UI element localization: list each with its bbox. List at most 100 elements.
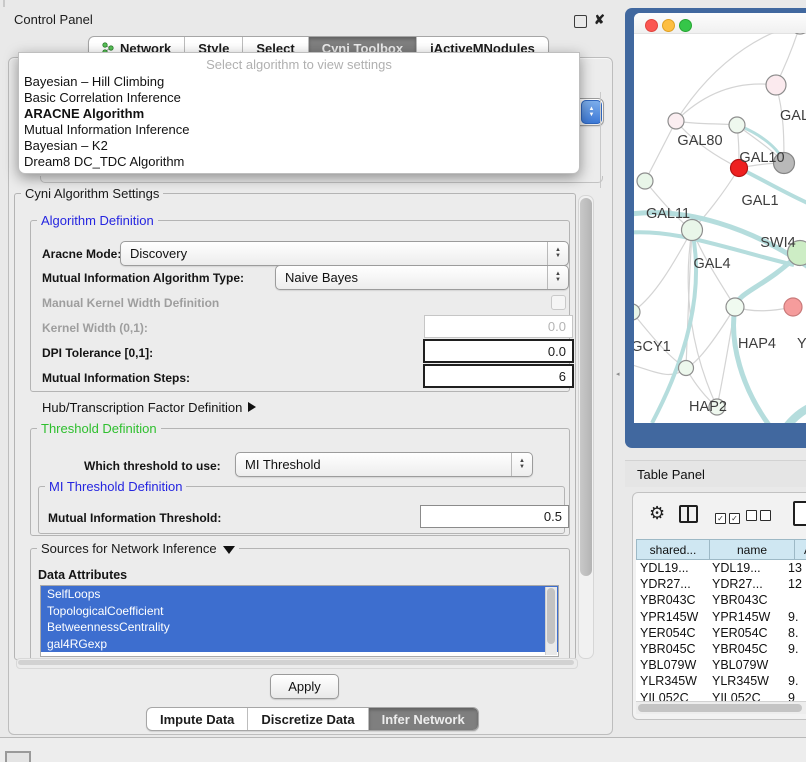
- screen: Control Panel ✘ Network Style Select Cyn…: [0, 0, 806, 762]
- table-row[interactable]: YPR145WYPR145W9.: [636, 609, 806, 625]
- aracne-mode-label: Aracne Mode:: [42, 247, 121, 261]
- node-label-gal7: GAL: [780, 108, 806, 124]
- column-header-name[interactable]: name: [710, 539, 795, 560]
- table-row[interactable]: YBL079WYBL079W: [636, 657, 806, 673]
- table-row[interactable]: YER054CYER054C8.: [636, 625, 806, 641]
- table-row[interactable]: YBR045CYBR045C9.: [636, 641, 806, 657]
- network-canvas[interactable]: GAL GAL80 GAL10 GAL1 GAL11 GAL4 SWI4 GCY…: [634, 33, 806, 423]
- minimized-panel-icon[interactable]: [5, 751, 31, 762]
- node-label-hap2: HAP2: [689, 399, 727, 415]
- float-panel-icon[interactable]: [574, 15, 587, 28]
- gear-icon[interactable]: ⚙: [649, 503, 665, 524]
- dropdown-item-mutual-information[interactable]: Mutual Information Inference: [19, 122, 579, 138]
- which-threshold-value: MI Threshold: [236, 457, 511, 472]
- manual-kernel-checkbox[interactable]: [551, 295, 566, 310]
- table-hscrollbar-thumb[interactable]: [638, 704, 802, 712]
- table-row[interactable]: YBR043CYBR043C: [636, 592, 806, 608]
- splitter-handle[interactable]: ◂: [616, 372, 621, 378]
- table-row[interactable]: YDL19...YDL19...13: [636, 560, 806, 576]
- dropdown-item-bayesian-k2[interactable]: Bayesian – K2: [19, 138, 579, 154]
- list-item[interactable]: TopologicalCoefficient: [41, 603, 558, 620]
- mi-type-value: Naive Bayes: [276, 270, 547, 285]
- apply-button[interactable]: Apply: [270, 674, 339, 699]
- list-scrollbar[interactable]: [545, 587, 557, 655]
- sources-group-title[interactable]: Sources for Network Inference: [37, 541, 239, 556]
- table-row[interactable]: YDR27...YDR27...12: [636, 576, 806, 592]
- data-attributes-label: Data Attributes: [38, 568, 127, 582]
- settings-group-title: Cyni Algorithm Settings: [21, 186, 163, 201]
- table-row[interactable]: YIL052CYIL052C9: [636, 690, 806, 702]
- hidden-groupbox-edge: [600, 92, 601, 188]
- dpi-tolerance-field[interactable]: 0.0: [423, 339, 574, 363]
- aracne-mode-combobox[interactable]: Discovery ▲▼: [120, 241, 569, 266]
- dropdown-item-dream8[interactable]: Dream8 DC_TDC Algorithm: [19, 154, 579, 170]
- aracne-mode-value: Discovery: [121, 246, 547, 261]
- mi-type-label: Mutual Information Algorithm Type:: [42, 271, 244, 285]
- mi-steps-value: 6: [559, 369, 566, 384]
- close-panel-icon[interactable]: ✘: [594, 13, 605, 26]
- tab-label: Discretize Data: [261, 712, 354, 727]
- stepper-arrows-icon: ▲▼: [511, 453, 532, 476]
- hub-definition-label: Hub/Transcription Factor Definition: [42, 400, 242, 415]
- mi-steps-label: Mutual Information Steps:: [42, 371, 190, 385]
- new-table-icon[interactable]: [793, 501, 806, 526]
- which-threshold-combobox[interactable]: MI Threshold ▲▼: [235, 452, 533, 477]
- settings-scrollbar-thumb[interactable]: [580, 198, 592, 576]
- dpi-tolerance-value: 0.0: [548, 344, 566, 359]
- tab-discretize-data[interactable]: Discretize Data: [248, 708, 368, 730]
- network-window: GAL GAL80 GAL10 GAL1 GAL11 GAL4 SWI4 GCY…: [634, 13, 806, 423]
- mi-steps-field[interactable]: 6: [423, 364, 574, 388]
- kernel-width-label: Kernel Width (0,1):: [42, 321, 148, 335]
- hidden-groupbox-bottom: [40, 176, 603, 183]
- node-label-swi4: SWI4: [760, 235, 795, 251]
- mi-type-combobox[interactable]: Naive Bayes ▲▼: [275, 265, 569, 290]
- node-label-gal80: GAL80: [677, 133, 722, 149]
- hub-definition-expander[interactable]: Hub/Transcription Factor Definition: [42, 399, 256, 417]
- node-label-gal1: GAL1: [741, 193, 778, 209]
- table-row[interactable]: YLR345WYLR345W9.: [636, 673, 806, 689]
- minimize-window-icon[interactable]: [662, 19, 675, 32]
- tab-label: Impute Data: [160, 712, 234, 727]
- expander-down-arrow-icon: [223, 546, 235, 554]
- kernel-width-value: 0.0: [548, 319, 566, 334]
- deselect-all-checkboxes-icon[interactable]: [746, 508, 771, 526]
- settings-scrollbar[interactable]: [578, 195, 594, 659]
- column-header-shared[interactable]: shared...: [636, 539, 710, 560]
- table-body[interactable]: YDL19...YDL19...13 YDR27...YDR27...12 YB…: [636, 560, 806, 701]
- mi-threshold-field[interactable]: 0.5: [420, 505, 569, 528]
- table-hscrollbar[interactable]: [636, 701, 806, 714]
- kernel-width-field[interactable]: 0.0: [424, 315, 573, 338]
- mi-threshold-value: 0.5: [544, 509, 562, 524]
- list-item[interactable]: SelfLoops: [41, 586, 558, 603]
- mi-threshold-label: Mutual Information Threshold:: [48, 511, 221, 525]
- settings-hscrollbar-thumb[interactable]: [18, 660, 574, 665]
- data-attributes-listbox[interactable]: SelfLoops TopologicalCoefficient Between…: [40, 585, 559, 657]
- node-label-hap4: HAP4: [738, 336, 776, 352]
- dropdown-placeholder: Select algorithm to view settings: [19, 56, 579, 74]
- dropdown-item-aracne[interactable]: ARACNE Algorithm: [19, 106, 579, 122]
- tab-infer-network[interactable]: Infer Network: [369, 708, 478, 730]
- node-label-gal4: GAL4: [693, 256, 730, 272]
- bottom-tabbar: Impute Data Discretize Data Infer Networ…: [146, 707, 479, 731]
- dropdown-item-bayesian-hill-climbing[interactable]: Bayesian – Hill Climbing: [19, 74, 579, 90]
- panel-title: Control Panel: [14, 12, 93, 27]
- tab-label: Infer Network: [382, 712, 465, 727]
- control-panel-titlebar: Control Panel ✘: [0, 8, 612, 31]
- list-item[interactable]: BetweennessCentrality: [41, 619, 558, 636]
- network-window-titlebar[interactable]: [634, 13, 806, 34]
- settings-hscrollbar[interactable]: [16, 658, 578, 669]
- select-all-checkboxes-icon[interactable]: ✓✓: [715, 508, 740, 526]
- list-item[interactable]: gal4RGexp: [41, 636, 558, 653]
- stepper-arrows-icon: ▲▼: [547, 266, 568, 289]
- threshold-definition-title: Threshold Definition: [37, 421, 161, 436]
- tab-impute-data[interactable]: Impute Data: [147, 708, 248, 730]
- which-threshold-label: Which threshold to use:: [84, 459, 221, 473]
- list-scrollbar-thumb[interactable]: [547, 588, 555, 644]
- window-edge-mark: [3, 0, 5, 7]
- dropdown-item-basic-correlation[interactable]: Basic Correlation Inference: [19, 90, 579, 106]
- column-header-partial[interactable]: A: [795, 539, 806, 560]
- apply-button-label: Apply: [288, 679, 321, 694]
- zoom-window-icon[interactable]: [679, 19, 692, 32]
- split-columns-icon[interactable]: [679, 505, 698, 523]
- close-window-icon[interactable]: [645, 19, 658, 32]
